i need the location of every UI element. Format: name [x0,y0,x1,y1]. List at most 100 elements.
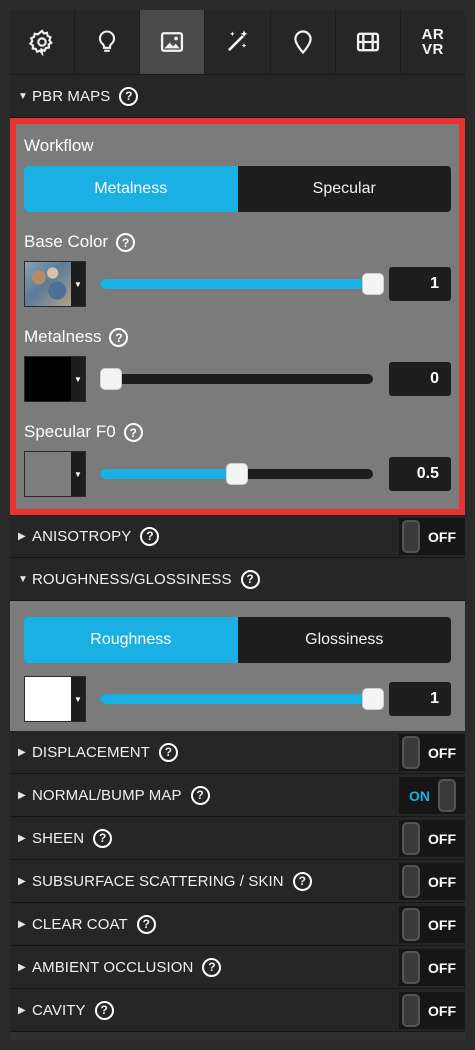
specular-f0-row: ▼ 0.5 [24,451,451,497]
toggle-knob [402,865,420,898]
toggle-knob [402,951,420,984]
metalness-value[interactable]: 0 [389,362,451,396]
toggle-knob [402,994,420,1027]
collapse-triangle-icon: ▼ [18,90,28,102]
help-icon[interactable]: ? [140,526,160,546]
cavity-toggle[interactable]: OFF [399,992,465,1029]
tool-ar-vr[interactable]: AR VR [401,10,465,74]
section-clear-coat[interactable]: ▶ CLEAR COAT? OFF [10,903,465,946]
help-icon[interactable]: ? [202,957,222,977]
section-anisotropy[interactable]: ▶ ANISOTROPY ? OFF [10,515,465,558]
section-subsurface-scattering-skin[interactable]: ▶ SUBSURFACE SCATTERING / SKIN? OFF [10,860,465,903]
toggle-state: OFF [428,1002,456,1019]
specular-f0-slider[interactable] [100,463,373,485]
workflow-label: Workflow [24,136,94,155]
metalness-slider[interactable] [100,368,373,390]
specular-f0-label: Specular F0 [24,422,116,441]
tool-post-processing[interactable] [205,10,271,74]
help-icon[interactable]: ? [136,914,156,934]
lightbulb-icon [99,30,116,52]
section-list: ▶ DISPLACEMENT? OFF ▶ NORMAL/BUMP MAP? ON ▶ SHE… [10,731,465,1032]
section-sheen[interactable]: ▶ SHEEN? OFF [10,817,465,860]
pbr-maps-panel: Workflow Metalness Specular Base Color ?… [10,118,465,515]
toggle-state: OFF [428,916,456,933]
section-title: SUBSURFACE SCATTERING / SKIN [32,872,284,890]
help-icon[interactable]: ? [123,423,143,442]
tool-settings[interactable] [10,10,76,74]
section-title: ROUGHNESS/GLOSSINESS [32,570,232,588]
workflow-option-specular[interactable]: Specular [238,166,452,212]
help-icon[interactable]: ? [116,233,136,252]
expand-triangle-icon: ▶ [18,832,26,844]
help-icon[interactable]: ? [292,871,312,891]
expand-triangle-icon: ▶ [18,1004,26,1016]
location-pin-icon [293,30,312,55]
collapse-triangle-icon: ▼ [18,573,28,585]
toggle-knob [402,520,420,553]
roughness-panel: Roughness Glossiness ▼ 1 [10,601,465,731]
base-color-value[interactable]: 1 [389,267,451,301]
section-roughness-glossiness[interactable]: ▼ ROUGHNESS/GLOSSINESS ? [10,558,465,601]
roughness-swatch[interactable]: ▼ [24,676,86,722]
specular-f0-label-row: Specular F0 ? [24,402,451,451]
expand-triangle-icon: ▶ [18,875,26,887]
slider-thumb[interactable] [225,463,248,485]
option-glossiness[interactable]: Glossiness [238,617,452,663]
anisotropy-toggle[interactable]: OFF [399,518,465,555]
section-title: CAVITY [32,1001,86,1019]
section-title: PBR MAPS [32,87,111,105]
workflow-option-metalness[interactable]: Metalness [24,166,238,212]
subsurface-scattering-skin-toggle[interactable]: OFF [399,863,465,900]
normal-bump-map-toggle[interactable]: ON [399,777,465,814]
section-title: DISPLACEMENT [32,743,150,761]
toggle-knob [402,908,420,941]
chevron-down-icon: ▼ [74,694,82,704]
base-color-swatch[interactable]: ▼ [24,261,86,307]
section-ambient-occlusion[interactable]: ▶ AMBIENT OCCLUSION? OFF [10,946,465,989]
ar-vr-icon: AR VR [421,26,445,58]
toolbar: AR VR [10,10,465,75]
tool-annotations[interactable] [271,10,336,74]
ambient-occlusion-toggle[interactable]: OFF [399,949,465,986]
sheen-toggle[interactable]: OFF [399,820,465,857]
specular-f0-swatch[interactable]: ▼ [24,451,86,497]
metalness-label: Metalness [24,327,102,346]
material-editor-panel: AR VR ▼ PBR MAPS ? Workflow Metalness Sp… [10,10,465,1040]
tool-animation[interactable] [336,10,401,74]
roughness-slider[interactable] [100,688,384,710]
option-roughness[interactable]: Roughness [24,617,238,663]
section-displacement[interactable]: ▶ DISPLACEMENT? OFF [10,731,465,774]
slider-fill [100,694,373,704]
roughness-value[interactable]: 1 [389,682,451,716]
toggle-knob [402,736,420,769]
texture-thumbnail [25,262,71,306]
specular-f0-value[interactable]: 0.5 [389,457,451,491]
slider-thumb[interactable] [362,273,384,295]
section-title: ANISOTROPY [32,527,132,545]
section-title: NORMAL/BUMP MAP [32,786,182,804]
base-color-slider[interactable] [100,273,384,295]
expand-triangle-icon: ▶ [18,530,26,542]
help-icon[interactable]: ? [119,86,139,106]
section-cavity[interactable]: ▶ CAVITY? OFF [10,989,465,1032]
clear-coat-toggle[interactable]: OFF [399,906,465,943]
help-icon[interactable]: ? [93,828,113,848]
metalness-swatch[interactable]: ▼ [24,356,86,402]
displacement-toggle[interactable]: OFF [399,734,465,771]
slider-thumb[interactable] [362,688,384,710]
film-icon [356,32,379,52]
slider-thumb[interactable] [100,368,122,390]
help-icon[interactable]: ? [158,742,178,762]
tool-materials[interactable] [140,10,206,74]
help-icon[interactable]: ? [190,785,210,805]
chevron-down-icon: ▼ [74,469,82,479]
help-icon[interactable]: ? [240,569,260,589]
metalness-label-row: Metalness ? [24,307,451,356]
help-icon[interactable]: ? [109,328,129,347]
help-icon[interactable]: ? [94,1000,114,1020]
section-normal-bump-map[interactable]: ▶ NORMAL/BUMP MAP? ON [10,774,465,817]
section-pbr-maps[interactable]: ▼ PBR MAPS ? [10,75,465,118]
roughness-segmented-control: Roughness Glossiness [24,617,451,663]
workflow-segmented-control: Metalness Specular [24,166,451,212]
tool-lighting[interactable] [75,10,141,74]
